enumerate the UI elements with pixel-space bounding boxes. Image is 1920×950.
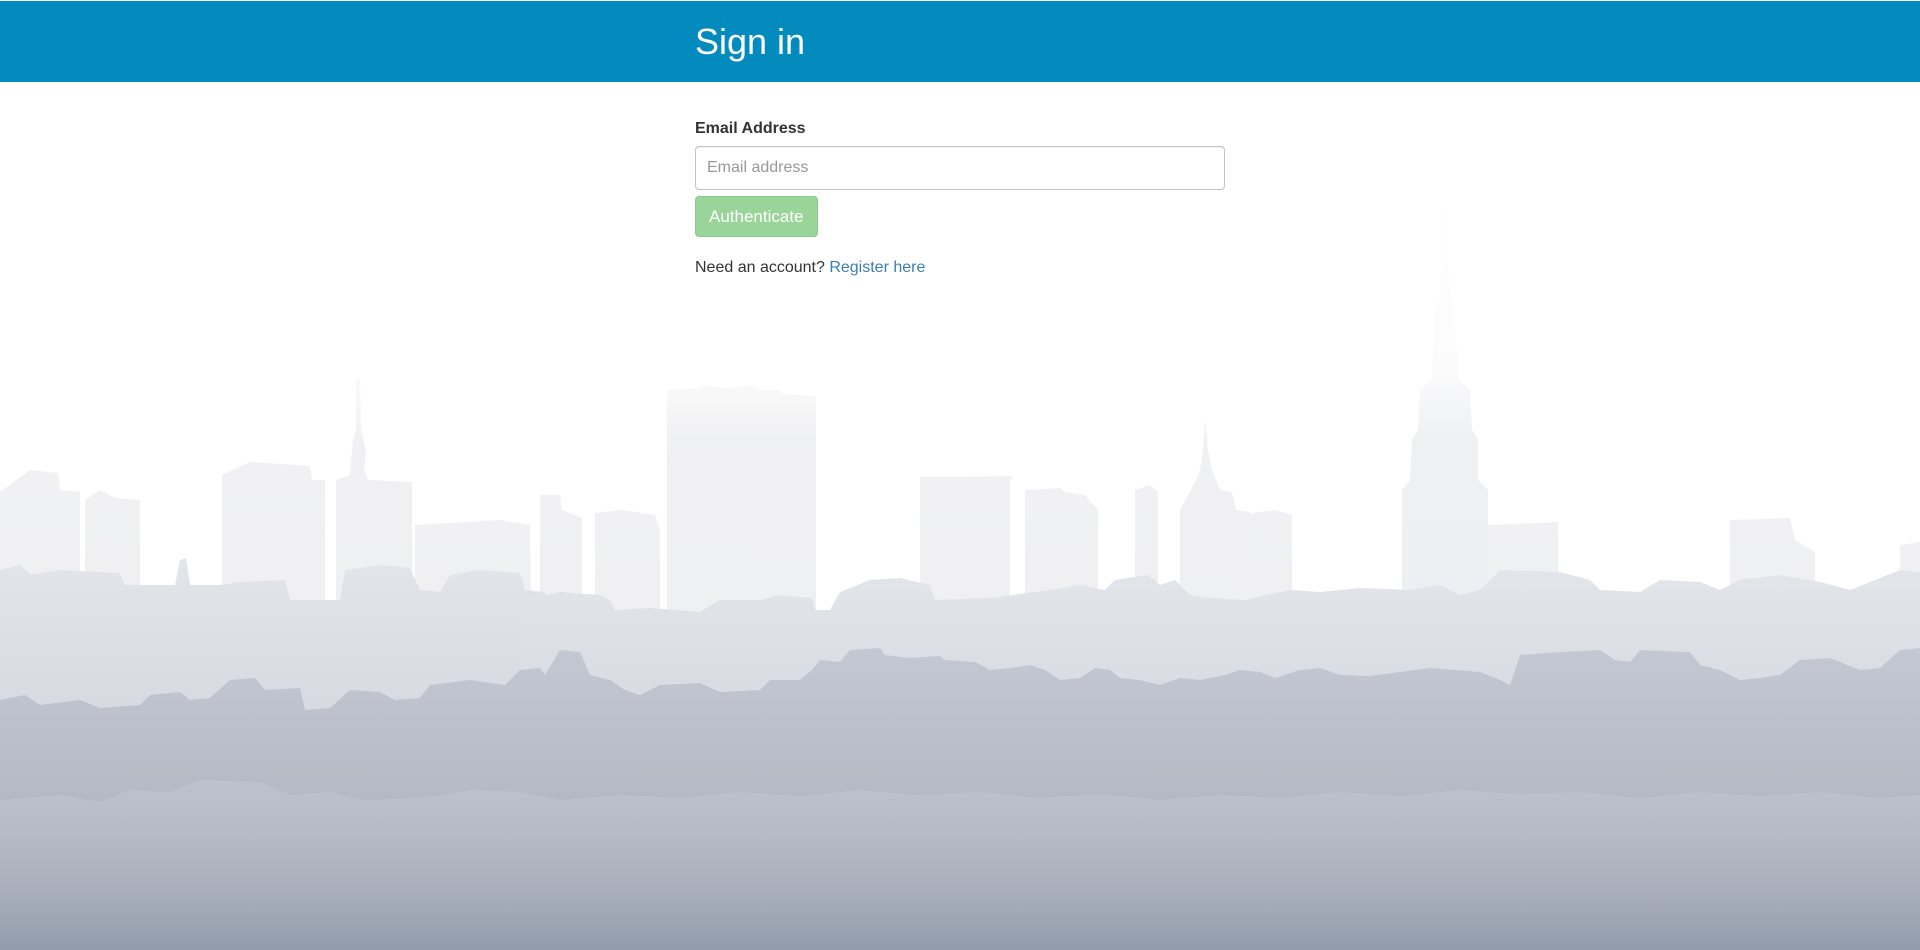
sign-in-page: Sign in Email Address Authenticate Need …	[0, 0, 1920, 950]
register-prompt: Need an account? Register here	[695, 257, 1225, 279]
authenticate-button[interactable]: Authenticate	[695, 196, 818, 237]
email-field[interactable]	[695, 146, 1225, 190]
sign-in-form: Email Address Authenticate Need an accou…	[695, 118, 1225, 279]
city-skyline-background	[0, 180, 1920, 950]
register-link[interactable]: Register here	[829, 259, 925, 276]
email-label: Email Address	[695, 120, 806, 137]
page-title: Sign in	[695, 21, 806, 62]
register-prompt-text: Need an account?	[695, 259, 825, 276]
header-bar: Sign in	[0, 1, 1920, 82]
